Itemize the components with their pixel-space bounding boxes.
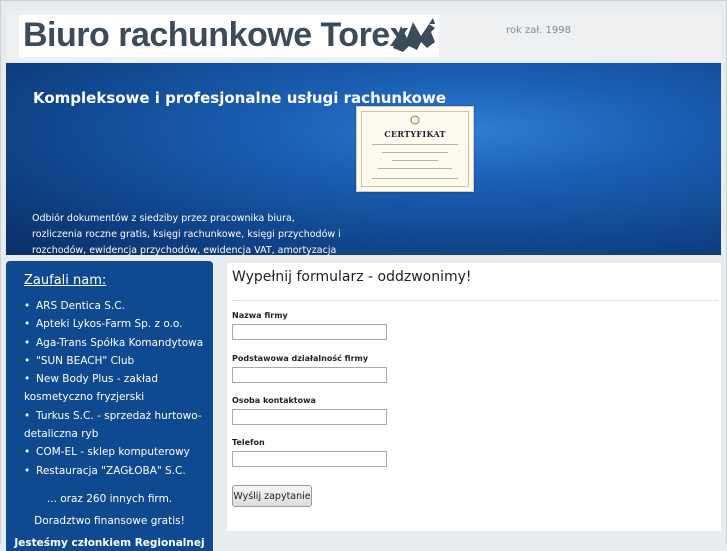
business-activity-label: Podstawowa działalność firmy: [232, 354, 369, 363]
list-item: • COM-EL - sklep komputerowy: [24, 446, 190, 459]
site-logo[interactable]: Biuro rachunkowe Torex: [19, 15, 439, 57]
founded-year: rok zał. 1998: [506, 25, 572, 36]
client-list: • ARS Dentica S.C. • Apteki Lykos-Farm Sp.…: [24, 297, 206, 480]
certificate-frame: CERTYFIKAT: [361, 111, 469, 187]
list-item: • Turkus S.C. - sprzedaż hurtowo-detalicz…: [24, 409, 202, 441]
contact-person-input[interactable]: [232, 409, 387, 425]
contact-form: Wypełnij formularz - oddzwonimy! Nazwa f…: [227, 263, 721, 531]
hero-banner: Kompleksowe i profesjonalne usługi rachu…: [6, 63, 721, 255]
membership-text: Jesteśmy członkiem Regionalnej: [14, 537, 205, 549]
logo-text: Biuro rachunkowe Torex: [23, 16, 409, 54]
contact-person-label: Osoba kontaktowa: [232, 396, 316, 405]
list-item: • New Body Plus - zakład kosmetyczno fryz…: [24, 373, 159, 404]
company-name-label: Nazwa firmy: [232, 311, 288, 320]
company-name-input[interactable]: [232, 324, 387, 340]
certificate-image: CERTYFIKAT: [356, 106, 474, 192]
certificate-line: [378, 168, 452, 169]
certificate-line: [382, 152, 448, 153]
phone-label: Telefon: [232, 438, 265, 447]
list-item: • Aga-Trans Spółka Komandytowa: [24, 336, 204, 349]
form-title: Wypełnij formularz - oddzwonimy!: [232, 269, 472, 285]
seal-icon: [410, 115, 420, 125]
list-item: • Apteki Lykos-Farm Sp. z o.o.: [24, 318, 183, 331]
business-activity-input[interactable]: [232, 367, 387, 383]
free-advice-text: Doradztwo finansowe gratis!: [34, 515, 185, 527]
sidebar-title[interactable]: Zaufali nam:: [24, 273, 106, 288]
certificate-line: [372, 178, 458, 179]
list-item: • Restauracja "ZAGŁOBA" S.C.: [24, 464, 186, 477]
bull-logo-icon: [393, 18, 435, 52]
site-header: Biuro rachunkowe Torex rok zał. 1998: [6, 11, 721, 61]
submit-button[interactable]: Wyślij zapytanie: [232, 485, 312, 507]
list-item: • ARS Dentica S.C.: [24, 300, 125, 312]
form-divider: [232, 300, 718, 301]
certificate-line: [372, 144, 458, 145]
certificate-title: CERTYFIKAT: [384, 129, 446, 139]
hero-description: Odbiór dokumentów z siedziby przez praco…: [32, 213, 341, 255]
sidebar-clients: Zaufali nam: • ARS Dentica S.C. • Apteki L…: [6, 261, 213, 551]
certificate-line: [392, 160, 438, 161]
hero-title: Kompleksowe i profesjonalne usługi rachu…: [33, 89, 447, 107]
list-item: • "SUN BEACH" Club: [24, 354, 135, 367]
phone-input[interactable]: [232, 451, 387, 467]
more-clients-text: ... oraz 260 innych firm.: [46, 493, 173, 505]
